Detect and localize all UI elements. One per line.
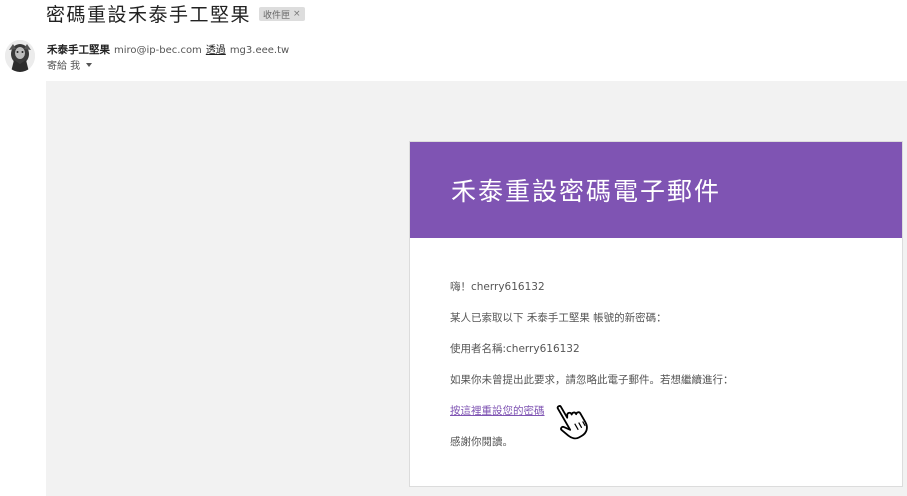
email-card: 禾泰重設密碼電子郵件 嗨！cherry616132 某人已索取以下 禾泰手工堅果… [409, 141, 903, 487]
subject-row: 密碼重設禾泰手工堅果 收件匣 × [46, 0, 305, 26]
avatar-portrait-icon [5, 40, 35, 72]
inbox-label-text: 收件匣 [263, 10, 291, 21]
chevron-down-icon[interactable] [86, 62, 93, 67]
reset-link-row: 按這裡重設您的密碼 [450, 403, 545, 418]
email-view: 密碼重設禾泰手工堅果 收件匣 × 禾泰手工堅果 miro@ip-bec.com … [0, 0, 907, 496]
recipient-label: 寄給 我 [47, 61, 81, 72]
ignore-text: 如果你未曾提出此要求，請忽略此電子郵件。若想繼續進行： [450, 374, 734, 386]
username-text: 使用者名稱:cherry616132 [450, 343, 580, 355]
request-text: 某人已索取以下 禾泰手工堅果 帳號的新密碼： [450, 312, 667, 324]
sender-row: 禾泰手工堅果 miro@ip-bec.com 透過 mg3.eee.tw [47, 41, 289, 57]
sender-name[interactable]: 禾泰手工堅果 [47, 42, 110, 57]
email-subject: 密碼重設禾泰手工堅果 [46, 3, 252, 26]
hand-pointer-icon [556, 405, 588, 440]
card-header: 禾泰重設密碼電子郵件 [410, 142, 902, 238]
recipient-row: 寄給 我 [47, 57, 93, 72]
sender-email: miro@ip-bec.com [114, 45, 202, 56]
remove-label-icon[interactable]: × [293, 9, 301, 19]
greeting-text: 嗨！cherry616132 [450, 281, 545, 293]
via-link[interactable]: 透過 [206, 41, 226, 56]
thanks-text: 感謝你閱讀。 [450, 436, 513, 448]
card-title: 禾泰重設密碼電子郵件 [451, 177, 722, 206]
via-domain: mg3.eee.tw [229, 45, 290, 56]
inbox-label-chip[interactable]: 收件匣 × [259, 7, 305, 21]
sender-avatar[interactable] [5, 40, 35, 72]
reset-password-link[interactable]: 按這裡重設您的密碼 [450, 405, 545, 417]
